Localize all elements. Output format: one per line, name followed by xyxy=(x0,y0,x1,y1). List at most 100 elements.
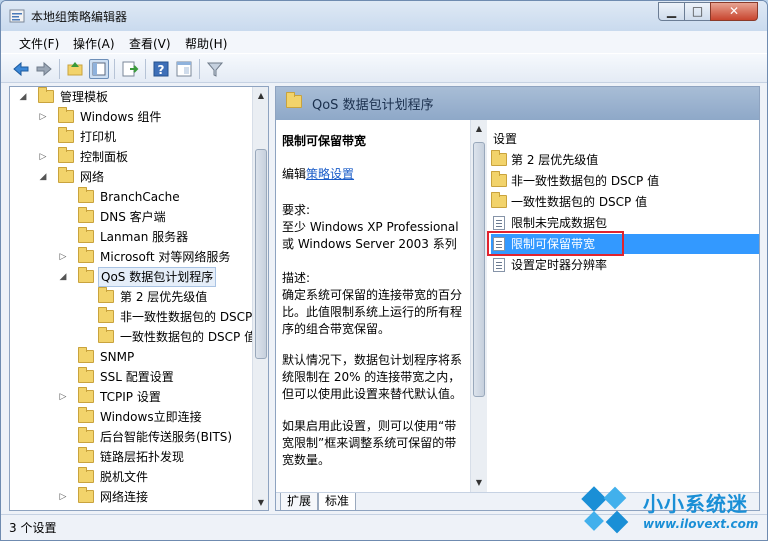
watermark-url: www.ilovext.com xyxy=(643,517,759,531)
description-label: 描述: xyxy=(282,271,311,285)
settings-item-label: 限制未完成数据包 xyxy=(511,216,608,230)
details-header-title: QoS 数据包计划程序 xyxy=(312,98,434,113)
tree-item[interactable]: 后台智能传送服务(BITS) xyxy=(10,427,250,447)
tree-scrollbar[interactable]: ▲ ▼ xyxy=(252,87,268,510)
tree-item[interactable]: ◢ QoS 数据包计划程序 xyxy=(10,267,250,287)
tree-item[interactable]: 非一致性数据包的 DSCP 值 xyxy=(10,307,268,327)
tree-item-label: 后台智能传送服务(BITS) xyxy=(100,430,233,444)
default-behavior-text: 默认情况下，数据包计划程序将系统限制在 20% 的连接带宽之内，但可以使用此设置… xyxy=(282,353,463,401)
folder-icon xyxy=(58,107,74,123)
tree-item[interactable]: 打印机 xyxy=(10,127,250,147)
collapse-arrow-icon[interactable]: ◢ xyxy=(58,267,68,287)
settings-list-item[interactable]: 非一致性数据包的 DSCP 值 xyxy=(491,171,751,191)
tree-item[interactable]: ▷ 网络连接 xyxy=(10,487,250,507)
tree-scroll-thumb[interactable] xyxy=(255,149,267,359)
menu-bar: 文件(F) 操作(A) 查看(V) 帮助(H) xyxy=(1,31,767,53)
folder-icon xyxy=(98,307,114,323)
scroll-up-arrow-icon[interactable]: ▲ xyxy=(471,120,487,137)
description-title: 限制可保留带宽 xyxy=(282,134,367,148)
tree-item[interactable]: SSL 配置设置 xyxy=(10,367,250,387)
folder-icon xyxy=(38,87,54,103)
tab-extended[interactable]: 扩展 xyxy=(280,493,319,510)
folder-icon xyxy=(78,347,94,363)
minimize-button[interactable]: ▁ xyxy=(658,2,685,21)
scroll-down-arrow-icon[interactable]: ▼ xyxy=(253,494,268,510)
scroll-up-arrow-icon[interactable]: ▲ xyxy=(253,87,268,104)
folder-icon xyxy=(78,407,94,423)
collapse-arrow-icon[interactable]: ◢ xyxy=(18,87,28,107)
tree-item-label: BranchCache xyxy=(100,190,180,204)
back-arrow-icon[interactable] xyxy=(11,59,31,79)
tree-item-label: SSL 配置设置 xyxy=(100,370,174,384)
policy-setting-icon xyxy=(493,216,505,230)
policy-settings-link[interactable]: 策略设置 xyxy=(306,167,354,181)
settings-item-label: 设置定时器分辨率 xyxy=(511,258,608,272)
tree-item-label: 脱机文件 xyxy=(100,470,149,484)
filter-icon[interactable] xyxy=(205,59,225,79)
menu-view[interactable]: 查看(V) xyxy=(129,35,171,52)
tree-item-label: 控制面板 xyxy=(80,150,129,164)
tree-item[interactable]: ◢ 管理模板 xyxy=(10,87,250,107)
tree-item[interactable]: ▷ Windows 组件 xyxy=(10,107,250,127)
maximize-button[interactable]: □ xyxy=(684,2,711,21)
close-button[interactable]: ✕ xyxy=(710,2,758,21)
settings-list-item[interactable]: 第 2 层优先级值 xyxy=(491,150,751,170)
settings-list-item[interactable]: 设置定时器分辨率 xyxy=(491,255,751,275)
folder-icon xyxy=(286,92,302,108)
requirements-label: 要求: xyxy=(282,203,311,217)
up-folder-icon[interactable] xyxy=(65,59,85,79)
folder-icon xyxy=(491,150,507,166)
show-hide-tree-icon[interactable] xyxy=(89,59,109,79)
help-icon[interactable]: ? xyxy=(151,59,171,79)
settings-item-label: 非一致性数据包的 DSCP 值 xyxy=(511,174,660,188)
tree-item[interactable]: ◢ 网络 xyxy=(10,167,250,187)
folder-icon xyxy=(78,427,94,443)
collapse-arrow-icon[interactable]: ◢ xyxy=(38,167,48,187)
navigation-tree: ◢ 管理模板 ▷ Windows 组件 打印机 ▷ 控制面板 ◢ 网络 BranchCache DN… xyxy=(9,86,269,511)
highlight-box xyxy=(487,231,624,256)
expand-arrow-icon[interactable]: ▷ xyxy=(38,147,48,167)
tree-item[interactable]: BranchCache xyxy=(10,187,250,207)
extended-view-icon[interactable] xyxy=(174,59,194,79)
tree-item[interactable]: 脱机文件 xyxy=(10,467,250,487)
folder-icon xyxy=(78,467,94,483)
menu-file[interactable]: 文件(F) xyxy=(19,35,59,52)
scroll-down-arrow-icon[interactable]: ▼ xyxy=(471,474,487,491)
requirements-text: 至少 Windows XP Professional 或 Windows Ser… xyxy=(282,220,459,251)
description-scroll-thumb[interactable] xyxy=(473,142,485,397)
tree-item[interactable]: SNMP xyxy=(10,347,250,367)
details-header: QoS 数据包计划程序 xyxy=(276,87,759,120)
status-text: 3 个设置 xyxy=(9,521,57,535)
expand-arrow-icon[interactable]: ▷ xyxy=(58,487,68,507)
tree-item[interactable]: ▷ 控制面板 xyxy=(10,147,250,167)
tab-standard[interactable]: 标准 xyxy=(318,493,357,510)
tree-item[interactable]: 链路层拓扑发现 xyxy=(10,447,250,467)
settings-list-item[interactable]: 一致性数据包的 DSCP 值 xyxy=(491,192,751,212)
tree-item[interactable]: ▷ Microsoft 对等网络服务 xyxy=(10,247,250,267)
tree-item-label: DNS 客户端 xyxy=(100,210,166,224)
tree-item-label: Windows立即连接 xyxy=(100,410,202,424)
folder-icon xyxy=(58,167,74,183)
tree-item[interactable]: Windows立即连接 xyxy=(10,407,250,427)
expand-arrow-icon[interactable]: ▷ xyxy=(58,247,68,267)
expand-arrow-icon[interactable]: ▷ xyxy=(58,387,68,407)
folder-icon xyxy=(58,127,74,143)
settings-column-header[interactable]: 设置 xyxy=(493,130,517,147)
description-scrollbar[interactable]: ▲ ▼ xyxy=(470,120,487,492)
menu-action[interactable]: 操作(A) xyxy=(73,35,115,52)
tree-item[interactable]: 一致性数据包的 DSCP 值 xyxy=(10,327,256,347)
tree-item[interactable]: Lanman 服务器 xyxy=(10,227,250,247)
tree-item-label: 管理模板 xyxy=(60,90,109,104)
tree-item[interactable]: ▷ TCPIP 设置 xyxy=(10,387,250,407)
tree-item[interactable]: 第 2 层优先级值 xyxy=(10,287,250,307)
settings-list-item[interactable]: 限制未完成数据包 xyxy=(491,213,751,233)
edit-policy-line: 编辑策略设置 xyxy=(282,166,464,183)
forward-arrow-icon[interactable] xyxy=(34,59,54,79)
tree-item-label: 一致性数据包的 DSCP 值 xyxy=(120,330,257,344)
details-pane: QoS 数据包计划程序 限制可保留带宽 编辑策略设置 要求: 至少 Window… xyxy=(275,86,760,511)
tree-item[interactable]: DNS 客户端 xyxy=(10,207,250,227)
svg-text:?: ? xyxy=(158,63,165,77)
menu-help[interactable]: 帮助(H) xyxy=(185,35,227,52)
expand-arrow-icon[interactable]: ▷ xyxy=(38,107,48,127)
export-list-icon[interactable] xyxy=(120,59,140,79)
